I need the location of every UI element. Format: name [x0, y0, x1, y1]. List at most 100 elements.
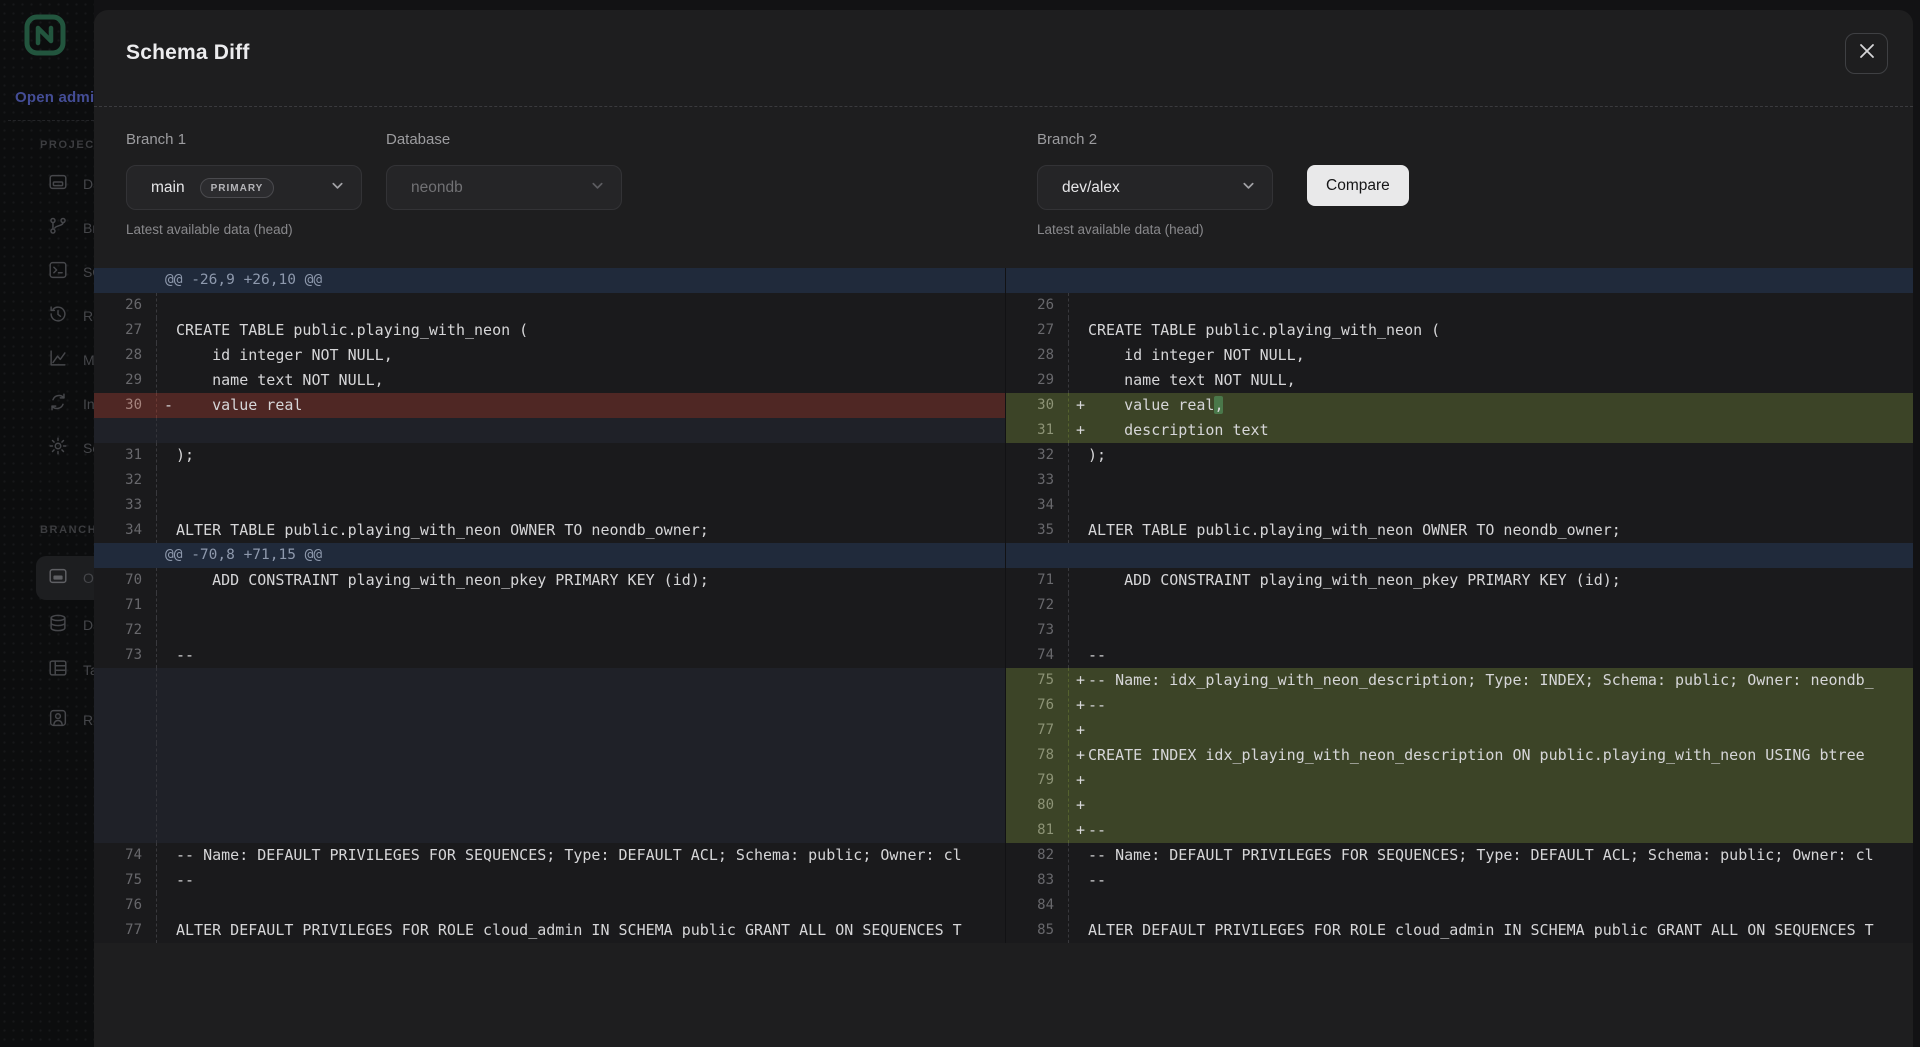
- chevron-down-icon: [1241, 178, 1256, 198]
- settings-icon: [47, 435, 69, 462]
- diff-left-pane-cell: 75--: [94, 868, 1005, 893]
- diff-left-line: 29 name text NOT NULL,: [94, 368, 1005, 393]
- diff-marker: +: [1069, 693, 1088, 718]
- diff-controls: Branch 1 Database Branch 2 main PRIMARY …: [94, 107, 1913, 268]
- diff-left-pane-cell: 71: [94, 593, 1005, 618]
- diff-row: 72 73: [94, 618, 1913, 643]
- branch2-value: dev/alex: [1062, 179, 1120, 197]
- diff-left-line: 31);: [94, 443, 1005, 468]
- diff-right-line: 31+ description text: [1006, 418, 1913, 443]
- database-select[interactable]: neondb: [386, 165, 622, 210]
- sidebar: Open admin PROJECT DashboardBranchesSQL …: [0, 0, 94, 1047]
- branch1-select[interactable]: main PRIMARY: [126, 165, 362, 210]
- line-content: CREATE TABLE public.playing_with_neon (: [1088, 318, 1440, 343]
- diff-row: @@ -26,9 +26,10 @@: [94, 268, 1913, 293]
- diff-right-pane-cell: 75+-- Name: idx_playing_with_neon_descri…: [1005, 668, 1913, 693]
- diff-left-pane-cell: 30- value real: [94, 393, 1005, 418]
- diff-row: 78+CREATE INDEX idx_playing_with_neon_de…: [94, 743, 1913, 768]
- diff-right-line: 78+CREATE INDEX idx_playing_with_neon_de…: [1006, 743, 1913, 768]
- diff-row: 79+: [94, 768, 1913, 793]
- diff-right-pane-cell: 73: [1005, 618, 1913, 643]
- diff-right-line: 77+: [1006, 718, 1913, 743]
- diff-left-pane-cell: [94, 418, 1005, 443]
- diff-row: 7172: [94, 593, 1913, 618]
- line-content: --: [176, 643, 194, 668]
- diff-right-line: 85ALTER DEFAULT PRIVILEGES FOR ROLE clou…: [1006, 918, 1913, 943]
- diff-left-pane-cell: [94, 718, 1005, 743]
- diff-right-pane-cell: 31+ description text: [1005, 418, 1913, 443]
- diff-left-pane-cell: 76: [94, 893, 1005, 918]
- diff-left-pane-cell: 28 id integer NOT NULL,: [94, 343, 1005, 368]
- diff-right-line: 81+--: [1006, 818, 1913, 843]
- diff-right-pane-cell: 30+ value real,: [1005, 393, 1913, 418]
- diff-right-line: 32);: [1006, 443, 1913, 468]
- line-number: 73: [94, 643, 157, 668]
- dashboard-icon: [47, 171, 69, 198]
- line-number: 82: [1006, 843, 1069, 868]
- diff-left-pane-cell: 26: [94, 293, 1005, 318]
- line-content: ADD CONSTRAINT playing_with_neon_pkey PR…: [1088, 568, 1621, 593]
- diff-right-line: 84: [1006, 893, 1913, 918]
- diff-left-line: 32: [94, 468, 1005, 493]
- diff-marker: [1069, 843, 1088, 868]
- diff-left-pane-cell: 70 ADD CONSTRAINT playing_with_neon_pkey…: [94, 568, 1005, 593]
- diff-right-hunk-row: [1006, 543, 1913, 568]
- line-number: 77: [94, 918, 157, 943]
- diff-left-pane-cell: 27CREATE TABLE public.playing_with_neon …: [94, 318, 1005, 343]
- close-button[interactable]: [1845, 33, 1888, 74]
- diff-marker: [1069, 468, 1088, 493]
- diff-right-line: 29 name text NOT NULL,: [1006, 368, 1913, 393]
- diff-row: 29 name text NOT NULL,29 name text NOT N…: [94, 368, 1913, 393]
- monitoring-icon: [47, 347, 69, 374]
- branch1-value: main: [151, 179, 185, 197]
- line-number: [94, 743, 157, 768]
- diff-left-line: 77ALTER DEFAULT PRIVILEGES FOR ROLE clou…: [94, 918, 1005, 943]
- diff-marker: [1069, 643, 1088, 668]
- compare-button[interactable]: Compare: [1307, 165, 1409, 206]
- line-number: [94, 718, 157, 743]
- diff-right-line: 74--: [1006, 643, 1913, 668]
- line-number: 33: [94, 493, 157, 518]
- diff-right-pane-cell: 82-- Name: DEFAULT PRIVILEGES FOR SEQUEN…: [1005, 843, 1913, 868]
- diff-left-pane-cell: [94, 818, 1005, 843]
- line-content: -- Name: idx_playing_with_neon_descripti…: [1088, 668, 1874, 693]
- diff-left-pane-cell: @@ -70,8 +71,15 @@: [94, 543, 1005, 568]
- diff-left-line: 72: [94, 618, 1005, 643]
- diff-left-line: 75--: [94, 868, 1005, 893]
- diff-marker: [1069, 618, 1088, 643]
- line-number: 71: [94, 593, 157, 618]
- diff-row: 77+: [94, 718, 1913, 743]
- line-content: ALTER TABLE public.playing_with_neon OWN…: [1088, 518, 1621, 543]
- diff-left-spacer-row: [94, 668, 1005, 693]
- line-number: 72: [94, 618, 157, 643]
- tables-icon: [47, 657, 69, 684]
- diff-right-line: 83--: [1006, 868, 1913, 893]
- diff-row: 81+--: [94, 818, 1913, 843]
- line-number: 31: [1006, 418, 1069, 443]
- diff-marker: +: [1069, 818, 1088, 843]
- line-number: 76: [94, 893, 157, 918]
- diff-row: 70 ADD CONSTRAINT playing_with_neon_pkey…: [94, 568, 1913, 593]
- integrations-icon: [47, 391, 69, 418]
- chevron-down-icon: [330, 178, 345, 198]
- line-number: [94, 668, 157, 693]
- restore-icon: [47, 303, 69, 330]
- branch2-label: Branch 2: [1037, 131, 1097, 148]
- diff-right-pane-cell: 79+: [1005, 768, 1913, 793]
- diff-left-pane-cell: 73 --: [94, 643, 1005, 668]
- diff-right-line: 34: [1006, 493, 1913, 518]
- neon-logo[interactable]: [24, 14, 66, 56]
- line-content: --: [1088, 643, 1106, 668]
- branch2-select[interactable]: dev/alex: [1037, 165, 1273, 210]
- diff-left-hunk-row: @@ -70,8 +71,15 @@: [94, 543, 1005, 568]
- diff-marker: [1069, 293, 1088, 318]
- line-number: 78: [1006, 743, 1069, 768]
- line-number: [94, 693, 157, 718]
- overview-icon: [47, 565, 69, 592]
- diff-left-pane-cell: [94, 768, 1005, 793]
- diff-right-line: 33: [1006, 468, 1913, 493]
- line-number: 27: [1006, 318, 1069, 343]
- modal-title: Schema Diff: [126, 41, 250, 65]
- diff-marker: [1069, 518, 1088, 543]
- open-admin-link[interactable]: Open admin: [15, 89, 104, 106]
